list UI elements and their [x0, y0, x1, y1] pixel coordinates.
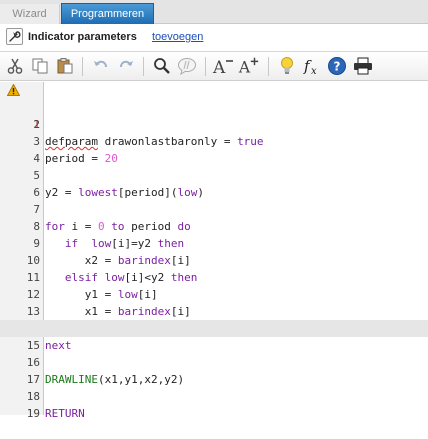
code-editor[interactable]: 1 defparam drawonlastbaronly = true 2 3 … — [0, 82, 428, 420]
code-line-1[interactable]: 1 defparam drawonlastbaronly = true — [0, 82, 428, 148]
increase-font-icon[interactable]: A — [238, 55, 260, 77]
warning-icon — [7, 84, 20, 96]
tab-programmeren[interactable]: Programmeren — [61, 3, 154, 24]
editor-toolbar: A A fx ? — [0, 52, 428, 81]
code-line-18[interactable]: 18 RETURN — [0, 371, 428, 420]
code-line-11[interactable]: 11 y1 = low[i] — [0, 252, 428, 301]
code-line-13[interactable]: 13 endif — [0, 286, 428, 335]
add-parameter-link[interactable]: toevoegen — [152, 31, 203, 43]
code-line-2[interactable]: 2 — [0, 99, 428, 131]
code-line-19[interactable]: 19 — [0, 388, 428, 420]
print-icon[interactable] — [352, 55, 374, 77]
help-icon[interactable]: ? — [326, 55, 348, 77]
wrench-icon[interactable] — [6, 28, 23, 45]
code-line-14[interactable]: 14 next — [0, 303, 428, 352]
redo-icon[interactable] — [115, 55, 137, 77]
code-line-10[interactable]: 10 elsif low[i]<y2 then — [0, 235, 428, 284]
tab-wizard[interactable]: Wizard — [0, 4, 60, 24]
code-line-7[interactable]: 7 for i = 0 to period do — [0, 184, 428, 233]
toolbar-separator — [82, 57, 83, 76]
function-icon[interactable]: fx — [301, 55, 323, 77]
code-line-15-current[interactable]: 15 — [0, 320, 428, 352]
toolbar-separator — [268, 57, 269, 76]
cut-icon[interactable] — [4, 55, 26, 77]
code-line-4[interactable]: 4 — [0, 133, 428, 165]
search-icon[interactable] — [151, 55, 173, 77]
comment-icon[interactable] — [176, 55, 198, 77]
toolbar-separator — [205, 57, 206, 76]
code-line-6[interactable]: 6 — [0, 167, 428, 199]
code-line-3[interactable]: 3 period = 20 — [0, 116, 428, 165]
tab-bar: Wizard Programmeren — [0, 0, 428, 24]
svg-text:x: x — [311, 66, 317, 76]
svg-text:A: A — [212, 58, 226, 76]
svg-text:A: A — [238, 58, 251, 76]
undo-icon[interactable] — [90, 55, 112, 77]
indicator-header: Indicator parameters toevoegen — [0, 24, 428, 52]
code-line-12[interactable]: 12 x1 = barindex[i] — [0, 269, 428, 318]
line-number: 19 — [26, 407, 40, 420]
copy-icon[interactable] — [29, 55, 51, 77]
svg-text:?: ? — [334, 60, 341, 74]
paste-icon[interactable] — [54, 55, 76, 77]
code-text: RETURN — [45, 407, 85, 420]
panel-title: Indicator parameters — [28, 31, 137, 43]
code-line-5[interactable]: 5 y2 = lowest[period](low) — [0, 150, 428, 199]
bulb-icon[interactable] — [276, 55, 298, 77]
toolbar-separator — [143, 57, 144, 76]
code-line-9[interactable]: 9 x2 = barindex[i] — [0, 218, 428, 267]
code-line-8[interactable]: 8 if low[i]=y2 then — [0, 201, 428, 250]
code-line-16[interactable]: 16 DRAWLINE(x1,y1,x2,y2) — [0, 337, 428, 386]
code-line-17[interactable]: 17 — [0, 354, 428, 386]
decrease-font-icon[interactable]: A — [212, 55, 234, 77]
